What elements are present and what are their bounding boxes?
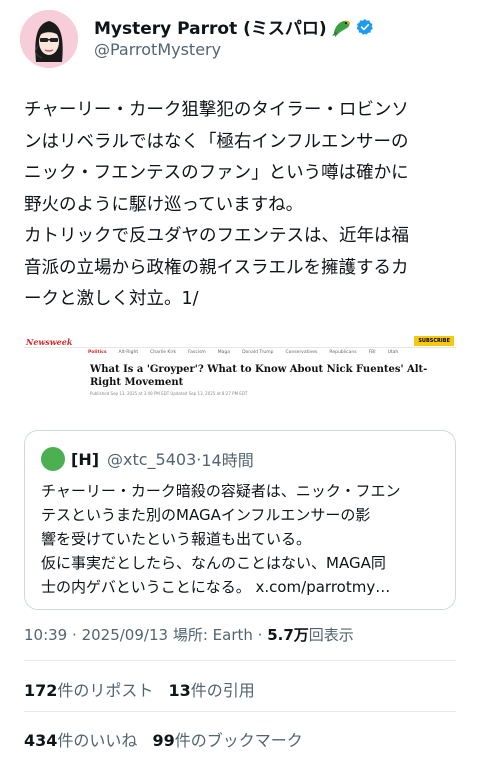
quoted-text-line: 響を受けていたという報道も出ている。 [41,530,312,548]
article-nav: Politics Alt-Right Charlie Kirk Fascism … [88,350,398,355]
reposts-label: 件のリポスト [57,681,154,700]
article-nav-item: FBI [368,350,376,355]
reposts-count: 172 [24,681,58,700]
tweet-text-line: チャーリー・カーク狙撃犯のタイラー・ロビンソ [24,100,409,120]
repost-quote-stats: 172件のリポスト 13件の引用 [24,677,265,701]
quoted-text-line: テスというまた別のMAGAインフルエンサーの影 [41,506,371,524]
article-title: What Is a 'Groyper'? What to Know About … [90,364,428,388]
article-nav-item: Maga [217,350,231,355]
author-display-name[interactable]: Mystery Parrot (ミスパロ) [94,14,327,39]
views-count: 5.7万 [267,626,309,644]
quoted-text-line: 士の内ゲバということになる。 x.com/parrotmy… [41,578,391,596]
quoted-author-name: [H] [71,449,100,469]
avatar[interactable] [20,10,78,68]
tweet-header: Mystery Parrot (ミスパロ) @ParrotMystery [20,10,460,90]
divider [24,711,456,712]
author-handle[interactable]: @ParrotMystery [94,40,221,59]
quoted-tweet[interactable]: [H] @xtc_5403 · 14時間 チャーリー・カーク暗殺の容疑者は、ニッ… [24,430,456,610]
quotes-count: 13 [168,681,191,700]
quoted-text-line: チャーリー・カーク暗殺の容疑者は、ニック・フエン [41,482,401,500]
tweet-text-line: ークと激しく対立。1/ [24,289,199,309]
verified-badge-icon [356,18,373,35]
likes-stat[interactable]: 434件のいいね [24,731,137,750]
separator-dot: · [72,626,77,644]
avatar-illustration [20,10,78,68]
subscribe-button: SUBSCRIBE [414,336,454,346]
article-nav-item: Charlie Kirk [150,350,177,355]
quoted-text-line: 仮に事実だとしたら、なんのことはない、MAGA同 [41,554,386,572]
tweet-text-line: ンはリベラルではなく「極右インフルエンサーの [24,131,409,152]
tweet-time[interactable]: 10:39 [24,626,67,644]
article-nav-item: Politics [88,350,107,355]
tweet-date[interactable]: 2025/09/13 [82,626,168,644]
quoted-tweet-header: [H] @xtc_5403 · 14時間 [41,447,254,471]
likes-label: 件のいいね [57,731,138,750]
tweet-meta: 10:39 · 2025/09/13 場所: Earth · 5.7万回表示 [24,624,354,645]
quoted-tweet-text: チャーリー・カーク暗殺の容疑者は、ニック・フエン テスというまた別のMAGAイン… [41,479,451,599]
reposts-stat[interactable]: 172件のリポスト [24,681,153,700]
tweet-text-line: カトリックで反ユダヤのフエンテスは、近年は福 [24,226,409,246]
article-nav-item: Donald Trump [242,350,274,355]
quotes-stat[interactable]: 13件の引用 [169,681,255,700]
author-name-row: Mystery Parrot (ミスパロ) [94,14,374,39]
separator-dot: · [257,626,263,644]
article-nav-item: Utah [387,350,399,355]
quoted-time: 14時間 [201,451,254,470]
quoted-avatar [41,447,65,471]
article-nav-item: Alt-Right [118,350,139,355]
quoted-author-handle: @xtc_5403 [107,449,197,469]
bookmarks-count: 99 [152,731,175,750]
quotes-label: 件の引用 [190,681,255,700]
tweet-text-line: 音派の立場から政権の親イスラエルを擁護するカ [24,257,409,278]
tweet-text-line: 野火のように駆け巡っていますね。 [24,194,304,215]
article-top-bar: Newsweek SUBSCRIBE [24,334,456,348]
article-nav-item: Republicans [329,350,357,355]
tweet-text: チャーリー・カーク狙撃犯のタイラー・ロビンソ ンはリベラルではなく「極右インフル… [24,95,464,316]
article-nav-item: Fascism [188,350,206,355]
divider [24,660,456,661]
views-label: 回表示 [308,626,354,644]
newsweek-logo: Newsweek [26,337,73,347]
bookmarks-label: 件のブックマーク [174,731,303,750]
tweet-location: 場所: Earth [172,626,253,644]
parrot-emoji-icon [331,20,350,37]
tweet-text-line: ニック・フエンテスのファン」という噂は確かに [24,163,409,183]
like-bookmark-stats: 434件のいいね 99件のブックマーク [24,727,313,751]
bookmarks-stat[interactable]: 99件のブックマーク [153,731,303,750]
article-nav-item: Conservatives [285,350,318,355]
likes-count: 434 [24,731,58,750]
article-meta: Published Sep 13, 2025 at 3:49 PM EDT Up… [90,391,248,396]
attached-article-image[interactable]: Newsweek SUBSCRIBE Politics Alt-Right Ch… [24,330,456,398]
